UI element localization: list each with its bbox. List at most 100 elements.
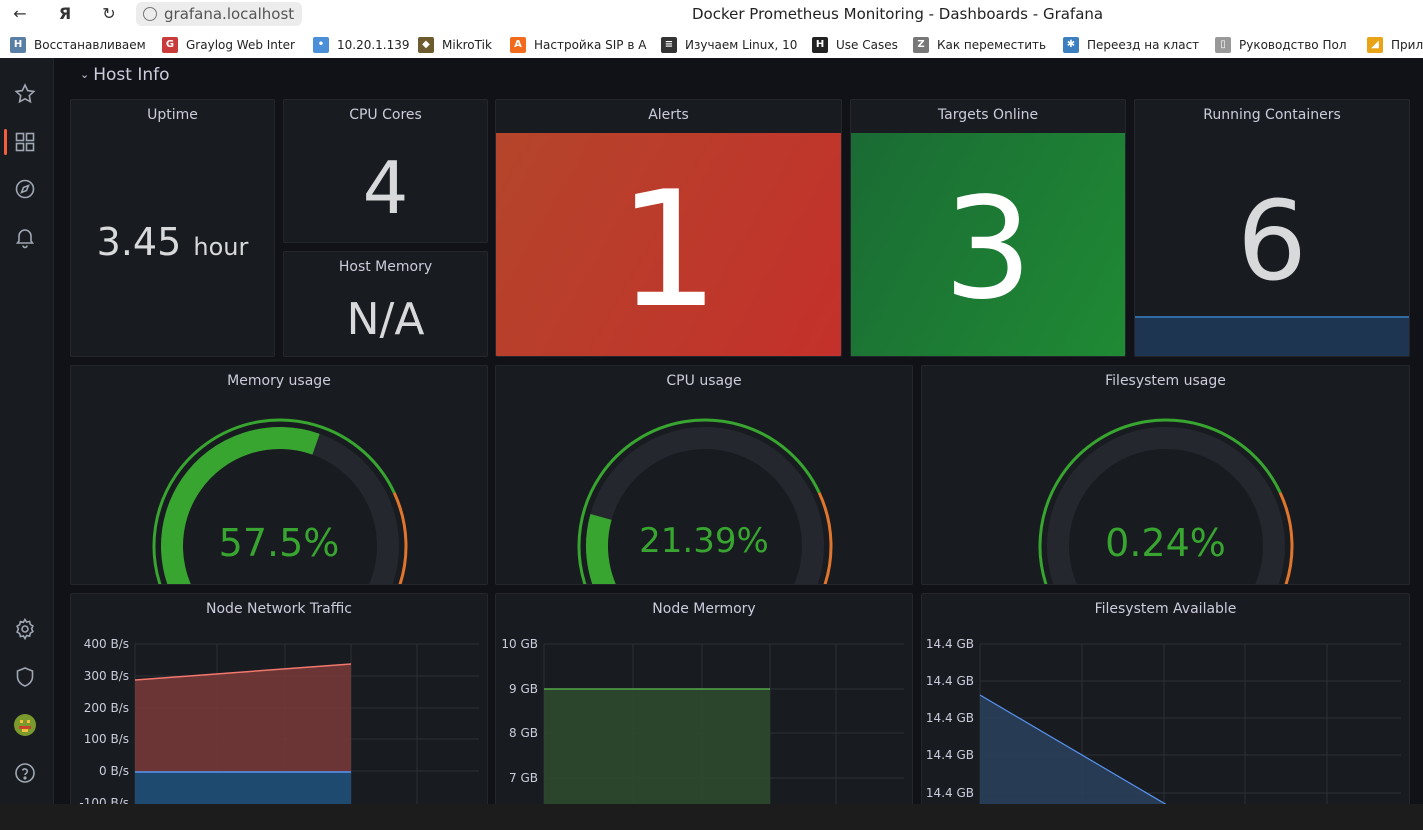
url-text: grafana.localhost [164,5,295,23]
gauge-track [586,427,824,584]
y-axis-tick: 14.4 GB [926,637,974,651]
bookmarks-bar: H Восстанавливаем G Graylog Web Inter • 10.20… [0,29,1423,58]
rx-area [135,664,351,772]
y-axis-tick: 100 B/s [84,732,129,746]
bookmark-label: Переезд на класт [1087,38,1200,52]
panel-cpu-usage[interactable]: CPU usage 21.39% [495,365,913,585]
bookmark-item[interactable]: H Восстанавливаем [10,37,146,53]
y-axis-tick: 14.4 GB [926,674,974,688]
y-axis-tick: 400 B/s [84,637,129,651]
y-axis-tick: 14.4 GB [926,786,974,800]
alerting-icon[interactable] [13,225,37,249]
server-admin-icon[interactable] [13,665,37,689]
host-memory-value: N/A [346,294,425,345]
bookmark-item[interactable]: A Настройка SIP в А [510,37,646,53]
bookmark-item[interactable]: • 10.20.1.139 [313,37,410,53]
cpu-usage-value: 21.39% [639,521,769,561]
bookmark-favicon-icon: G [162,37,178,53]
panel-network-traffic[interactable]: Node Network Traffic 400 B/s 300 B/s 200 B… [70,593,488,804]
bookmark-label: Изучаем Linux, 10 [685,38,798,52]
user-avatar[interactable] [13,713,37,737]
bookmark-label: Graylog Web Inter [186,38,295,52]
bookmark-label: Как переместить [937,38,1047,52]
bookmark-label: Восстанавливаем [34,38,146,52]
window-title: Docker Prometheus Monitoring - Dashboard… [692,5,1104,23]
panel-uptime[interactable]: Uptime 3.45 hour [70,99,275,357]
bookmark-favicon-icon: ✱ [1063,37,1079,53]
panel-host-memory[interactable]: Host Memory N/A [283,251,488,357]
help-icon[interactable] [13,761,37,785]
panel-title: Running Containers [1203,107,1341,123]
panel-alerts[interactable]: Alerts 1 [495,99,842,357]
containers-value: 6 [1237,177,1307,305]
configuration-icon[interactable] [13,617,37,641]
bookmark-item[interactable]: ✱ Переезд на класт [1063,37,1199,53]
filesystem-available-graph: 14.4 GB 14.4 GB 14.4 GB 14.4 GB 14.4 GB [926,637,1401,804]
y-axis-tick: 9 GB [509,682,538,696]
dashboards-icon[interactable] [13,130,37,154]
bookmark-item[interactable]: ◢ Прил [1367,37,1423,53]
y-axis-tick: -100 B/s [79,796,129,804]
y-axis-tick: 14.4 GB [926,711,974,725]
browser-toolbar: ← Я ↻ grafana.localhost Docker Prometheu… [0,0,1423,29]
side-menu [0,58,54,804]
network-traffic-graph: 400 B/s 300 B/s 200 B/s 100 B/s 0 B/s -100 B/… [79,637,479,804]
bookmark-item[interactable]: ▯ Руководство Пол [1215,37,1347,53]
uptime-unit: hour [193,233,249,261]
memory-area [544,689,770,804]
row-header-host-info[interactable]: ⌄ Host Info [80,65,170,85]
address-bar[interactable]: grafana.localhost [136,2,303,26]
active-indicator [4,129,7,155]
y-axis-tick: 0 B/s [99,764,129,778]
bookmark-favicon-icon: H [10,37,26,53]
bookmark-favicon-icon: ◆ [418,37,434,53]
reload-button[interactable]: ↻ [98,3,120,25]
bookmark-label: Use Cases [836,38,898,52]
panel-memory-usage[interactable]: Memory usage 57.5% [70,365,488,585]
bookmark-favicon-icon: ▯ [1215,37,1231,53]
bookmark-label: 10.20.1.139 [337,38,410,52]
y-axis-tick: 7 GB [509,771,538,785]
bookmark-item[interactable]: ≡ Изучаем Linux, 10 [661,37,797,53]
bookmark-favicon-icon: • [313,37,329,53]
bookmark-item[interactable]: H Use Cases [812,37,898,53]
bookmark-favicon-icon: ◢ [1367,37,1383,53]
y-axis-tick: 300 B/s [84,669,129,683]
uptime-value: 3.45 hour [71,220,274,264]
panel-title: Targets Online [937,107,1039,123]
panel-targets-online[interactable]: Targets Online 3 [850,99,1126,357]
panel-title: Uptime [147,107,198,123]
tx-area [135,772,351,804]
bookmark-favicon-icon: H [812,37,828,53]
panel-filesystem-available[interactable]: Filesystem Available 14.4 GB 14.4 GB 14.4 … [921,593,1410,804]
bookmark-favicon-icon: Z [913,37,929,53]
alerts-value: 1 [617,156,720,343]
bookmark-item[interactable]: ◆ MikroTik [418,37,492,53]
panel-cpu-cores[interactable]: CPU Cores 4 [283,99,488,243]
memory-usage-value: 57.5% [218,521,340,565]
bookmark-label: Настройка SIP в А [534,38,647,52]
bottom-strip [0,804,1423,830]
bookmark-item[interactable]: Z Как переместить [913,37,1046,53]
bookmark-item[interactable]: G Graylog Web Inter [162,37,295,53]
dashboard-canvas: ⌄ Host Info Uptime 3.45 hour CPU Cores 4 … [54,58,1423,804]
filesystem-usage-value: 0.24% [1105,521,1226,565]
back-button[interactable]: ← [9,3,31,25]
panel-filesystem-usage[interactable]: Filesystem usage 0.24% [921,365,1410,585]
panel-title: CPU Cores [349,107,422,123]
bookmark-label: Прил [1391,38,1423,52]
targets-value: 3 [943,168,1033,331]
chevron-down-icon: ⌄ [80,68,90,81]
explore-icon[interactable] [13,177,37,201]
starred-icon[interactable] [13,82,37,106]
y-axis-tick: 200 B/s [84,701,129,715]
containers-sparkline [1135,316,1409,356]
panel-running-containers[interactable]: Running Containers 6 [1134,99,1410,357]
yandex-button[interactable]: Я [54,3,76,25]
bookmark-favicon-icon: ≡ [661,37,677,53]
y-axis-tick: 10 GB [501,637,538,651]
bookmark-favicon-icon: A [510,37,526,53]
y-axis-tick: 8 GB [509,726,538,740]
panel-node-memory[interactable]: Node Mermory 10 GB 9 GB 8 GB 7 GB [495,593,913,804]
panel-title: Alerts [648,107,689,123]
